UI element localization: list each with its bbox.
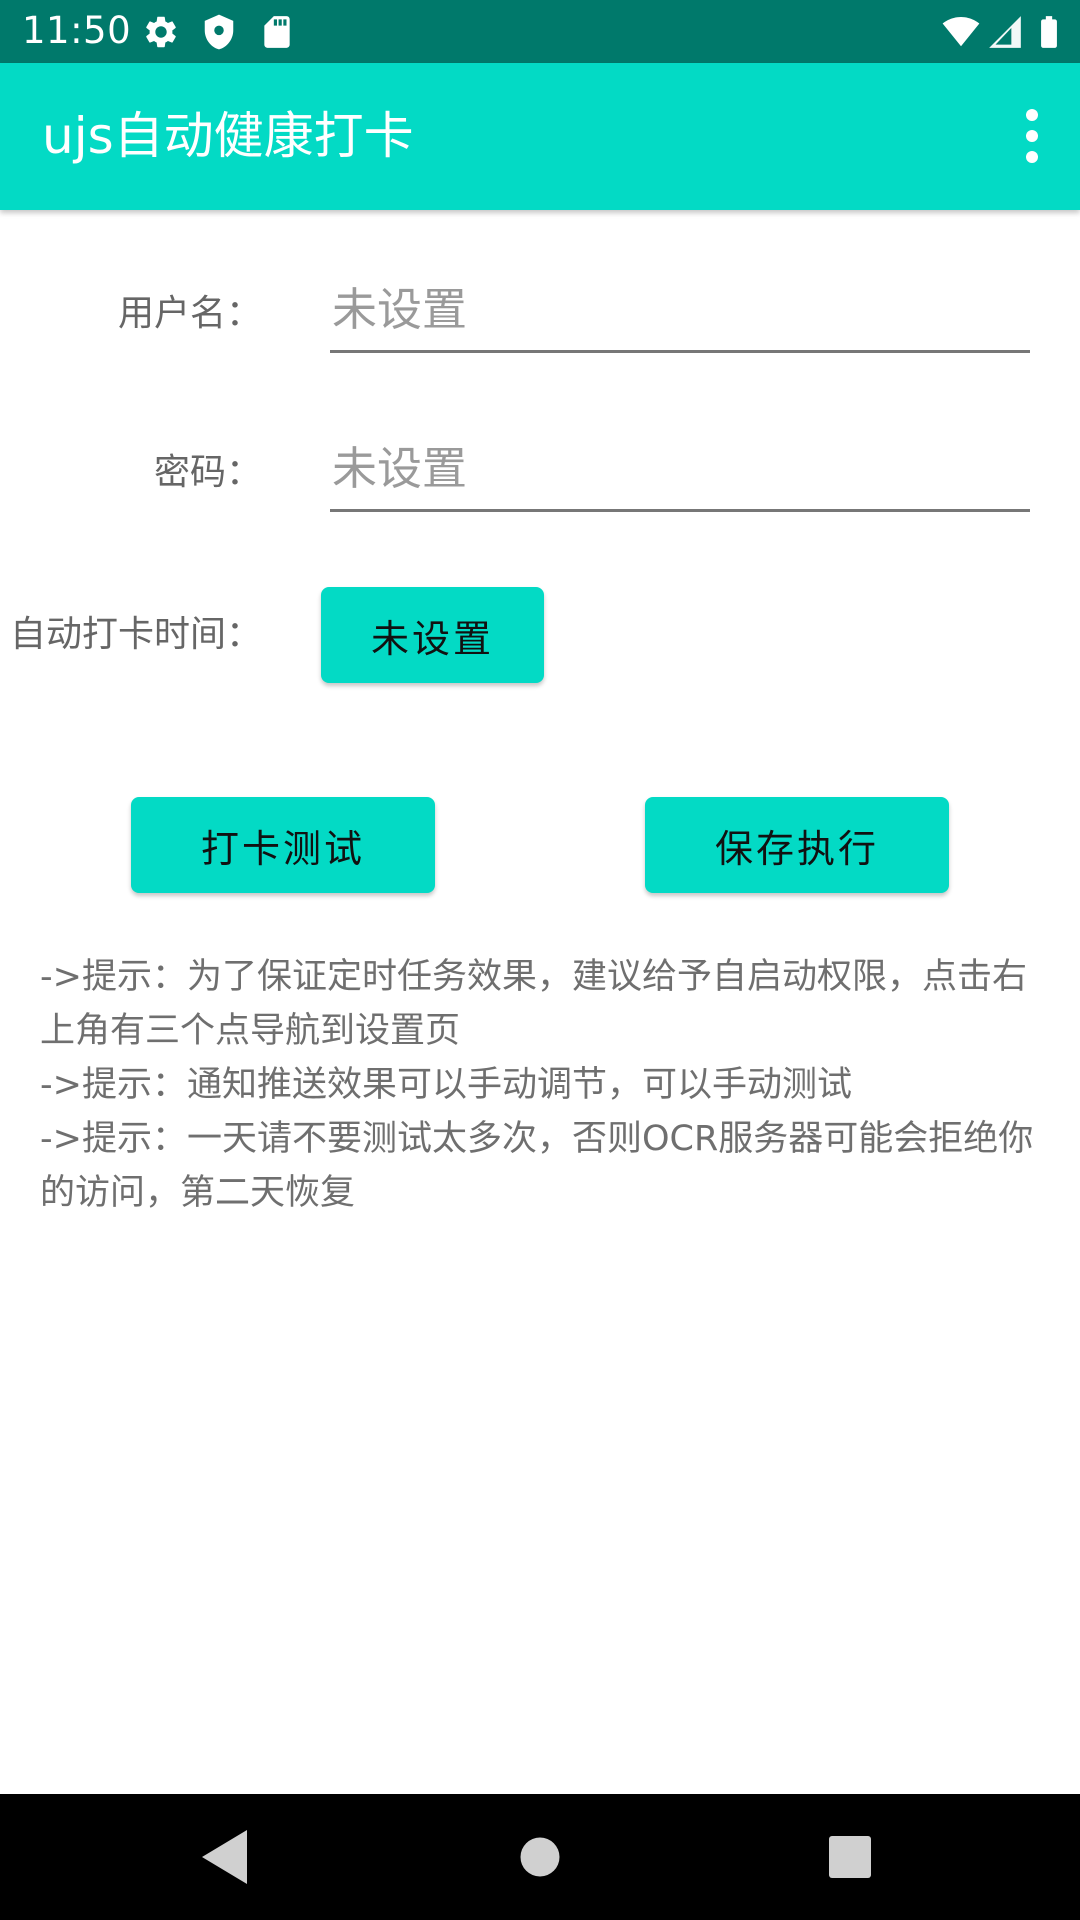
- home-icon: [520, 1837, 560, 1877]
- battery-icon: [1030, 13, 1068, 51]
- username-input[interactable]: [330, 274, 1030, 353]
- back-icon: [202, 1830, 247, 1884]
- shield-icon: [200, 13, 238, 51]
- save-execute-button[interactable]: 保存执行: [645, 797, 949, 893]
- overflow-menu-button[interactable]: [996, 100, 1068, 172]
- status-time: 11:50: [22, 9, 132, 52]
- status-bar: 11:50: [0, 0, 1080, 63]
- tip-line-2: ->提示：通知推送效果可以手动调节，可以手动测试: [40, 1065, 852, 1105]
- signal-icon: [986, 13, 1024, 51]
- test-checkin-button[interactable]: 打卡测试: [131, 797, 435, 893]
- more-vert-icon: [1026, 109, 1038, 163]
- app-bar: ujs自动健康打卡: [0, 63, 1080, 210]
- auto-time-button[interactable]: 未设置: [321, 587, 544, 683]
- recents-button[interactable]: [814, 1821, 886, 1893]
- username-label: 用户名：: [117, 293, 262, 334]
- password-input[interactable]: [330, 433, 1030, 512]
- recents-icon: [829, 1836, 871, 1878]
- tip-line-3: ->提示：一天请不要测试太多次，否则OCR服务器可能会拒绝你的访问，第二天恢复: [40, 1119, 1034, 1213]
- gear-icon: [142, 13, 180, 51]
- tip-line-1: ->提示：为了保证定时任务效果，建议给予自启动权限，点击右上角有三个点导航到设置…: [40, 957, 1027, 1051]
- sd-card-icon: [258, 13, 296, 51]
- navigation-bar: [0, 1794, 1080, 1920]
- back-button[interactable]: [190, 1821, 262, 1893]
- auto-time-label: 自动打卡时间：: [9, 614, 262, 655]
- app-title: ujs自动健康打卡: [42, 107, 414, 165]
- home-button[interactable]: [504, 1821, 576, 1893]
- wifi-icon: [942, 13, 980, 51]
- tips-text: ->提示：为了保证定时任务效果，建议给予自启动权限，点击右上角有三个点导航到设置…: [40, 950, 1040, 1220]
- password-label: 密码：: [153, 452, 262, 493]
